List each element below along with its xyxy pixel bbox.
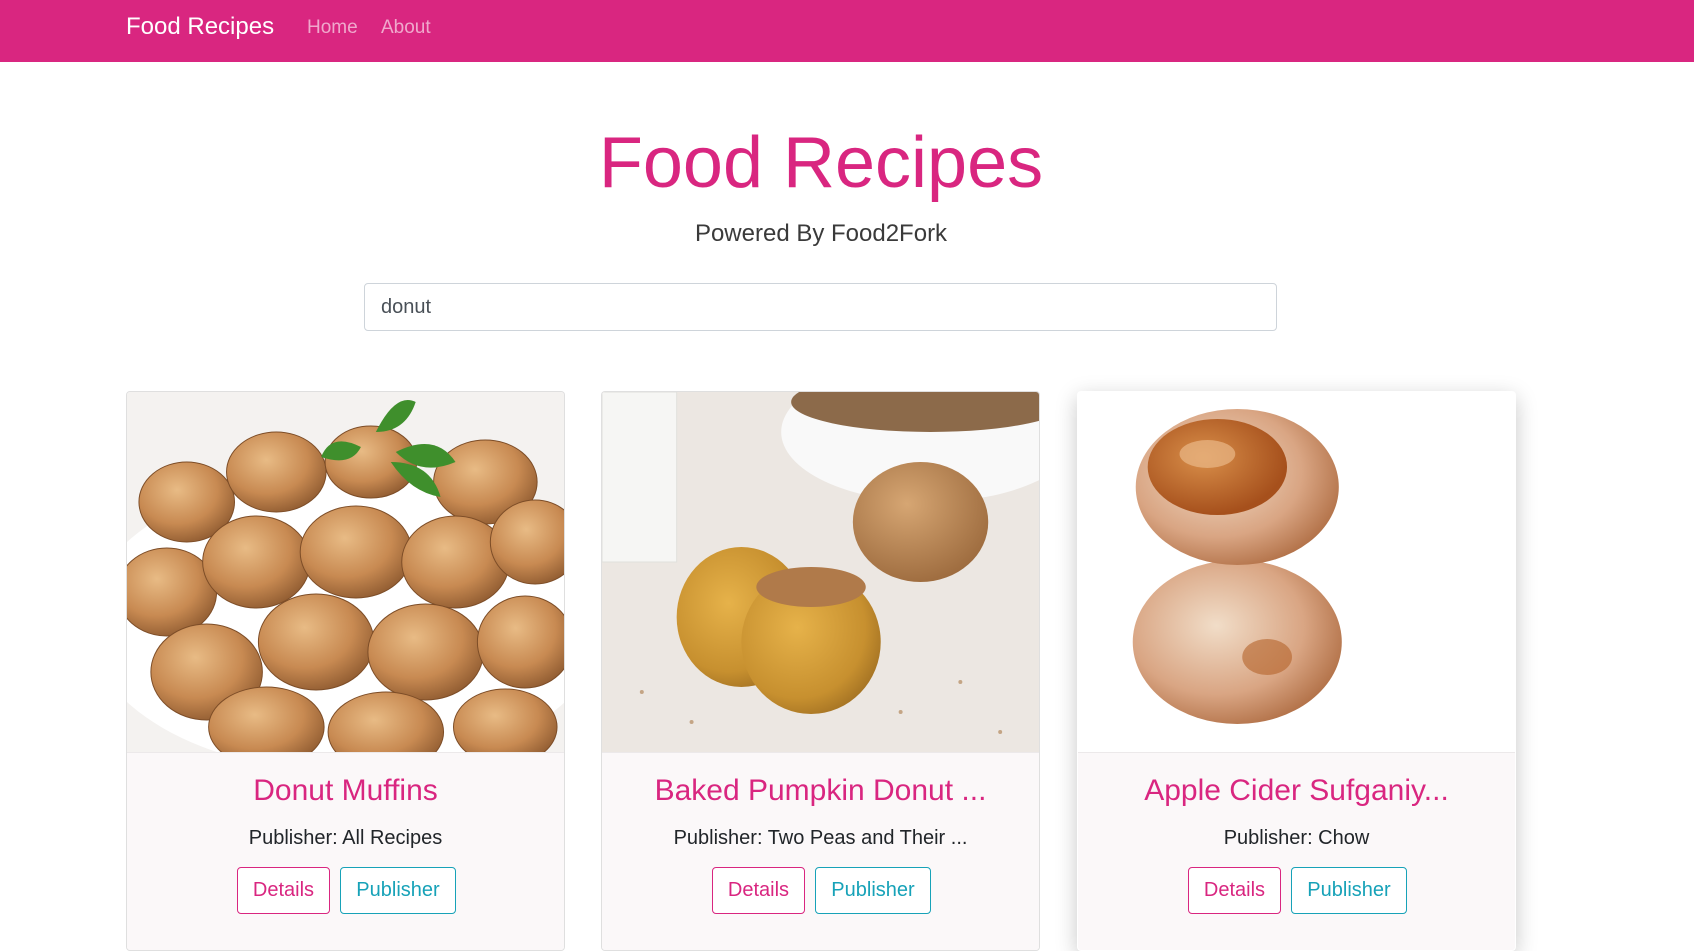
recipe-image[interactable] bbox=[1078, 392, 1515, 752]
recipe-publisher: Publisher: All Recipes bbox=[248, 827, 443, 849]
search-input[interactable] bbox=[364, 283, 1277, 331]
recipe-publisher: Publisher: Two Peas and Their ... bbox=[673, 827, 968, 849]
pumpkin-donut-photo-icon bbox=[602, 392, 1039, 752]
recipe-title[interactable]: Apple Cider Sufganiy... bbox=[1078, 773, 1515, 809]
publisher-button[interactable]: Publisher bbox=[1291, 867, 1407, 914]
page-subtitle: Powered By Food2Fork bbox=[694, 220, 948, 247]
recipe-publisher: Publisher: Chow bbox=[1223, 827, 1370, 849]
navbar-brand[interactable]: Food Recipes bbox=[126, 12, 274, 42]
recipe-title[interactable]: Baked Pumpkin Donut ... bbox=[602, 773, 1039, 809]
details-button[interactable]: Details bbox=[237, 867, 330, 914]
details-button[interactable]: Details bbox=[712, 867, 805, 914]
top-navbar: Food Recipes Home About bbox=[0, 0, 1694, 62]
nav-link-about[interactable]: About bbox=[381, 16, 431, 40]
nav-link-home[interactable]: Home bbox=[307, 16, 358, 40]
recipe-title[interactable]: Donut Muffins bbox=[127, 773, 564, 809]
details-button[interactable]: Details bbox=[1188, 867, 1281, 914]
recipe-card: Apple Cider Sufganiy... Publisher: Chow … bbox=[1077, 391, 1516, 951]
recipe-card-body: Baked Pumpkin Donut ... Publisher: Two P… bbox=[602, 752, 1039, 950]
sufganiyot-photo-icon bbox=[1078, 392, 1515, 752]
publisher-button[interactable]: Publisher bbox=[340, 867, 456, 914]
recipe-card-body: Apple Cider Sufganiy... Publisher: Chow bbox=[1078, 752, 1515, 950]
recipe-image[interactable] bbox=[127, 392, 564, 752]
donut-muffins-photo-icon bbox=[127, 392, 564, 752]
recipe-image[interactable] bbox=[602, 392, 1039, 752]
recipe-card-body: Donut Muffins Publisher: All Recipes bbox=[127, 752, 564, 950]
recipe-card: Baked Pumpkin Donut ... Publisher: Two P… bbox=[601, 391, 1040, 951]
publisher-button[interactable]: Publisher bbox=[815, 867, 931, 914]
recipe-card: Donut Muffins Publisher: All Recipes Det… bbox=[126, 391, 565, 951]
page-title: Food Recipes bbox=[598, 123, 1044, 203]
